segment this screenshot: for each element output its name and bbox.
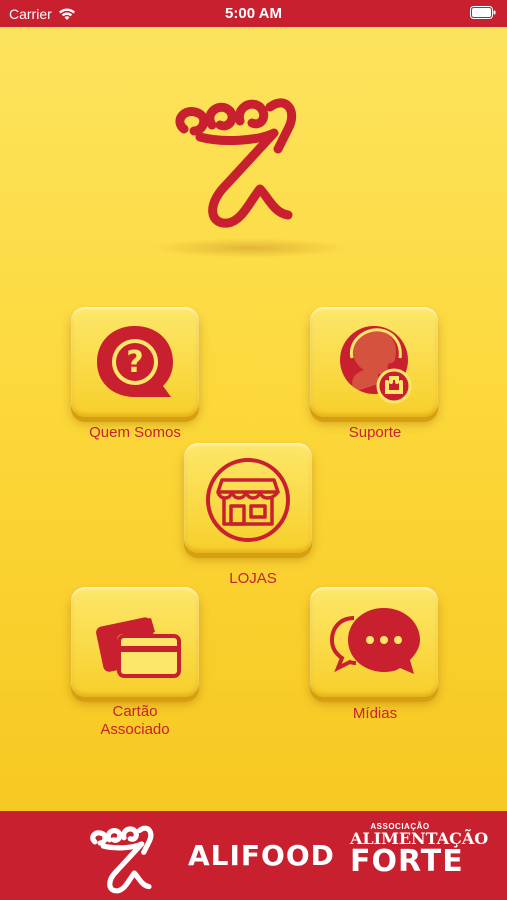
support-agent-icon — [340, 326, 412, 404]
store-icon — [206, 458, 290, 542]
status-bar: Carrier 5:00 AM — [0, 0, 507, 27]
cards-icon — [96, 617, 181, 678]
lojas-button[interactable] — [184, 443, 312, 553]
suporte-button[interactable] — [310, 307, 438, 417]
quem-somos-button[interactable]: ? — [71, 307, 199, 417]
associacao-logo: ASSOCIAÇÃO ALIMENTAÇÃO FORTE — [350, 822, 488, 879]
suporte-label: Suporte — [348, 424, 402, 441]
cartao-associado-label: Cartão Associado — [100, 703, 170, 738]
assoc-line3: FORTE — [350, 844, 464, 879]
alifood-brand-text: ALIFOOD — [188, 839, 335, 872]
battery-icon — [470, 6, 496, 19]
svg-text:?: ? — [126, 345, 143, 380]
cartao-associado-button[interactable] — [71, 587, 199, 697]
alifood-logo-icon — [175, 98, 297, 228]
chat-bubbles-icon — [329, 608, 420, 674]
question-bubble-icon: ? — [97, 326, 173, 397]
midias-label: Mídias — [352, 705, 398, 722]
alifood-footer-logo-icon — [90, 825, 154, 894]
footer-banner: ALIFOOD ASSOCIAÇÃO ALIMENTAÇÃO FORTE — [0, 811, 507, 900]
lojas-label: LOJAS — [229, 570, 277, 587]
midias-button[interactable] — [310, 587, 438, 697]
clock: 5:00 AM — [225, 5, 282, 22]
logo-shadow — [150, 238, 350, 258]
quem-somos-label: Quem Somos — [89, 424, 181, 441]
